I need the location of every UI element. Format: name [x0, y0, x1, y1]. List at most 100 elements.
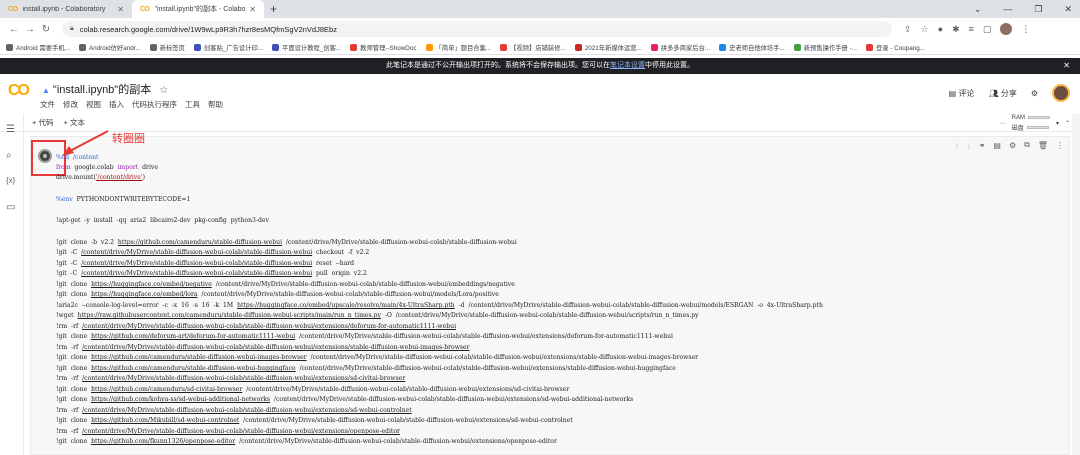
gear-icon[interactable]: ⚙ [1009, 141, 1016, 150]
menu-insert[interactable]: 插入 [109, 99, 124, 110]
code-line: !rm -rf /content/drive/MyDrive/stable-di… [56, 344, 470, 351]
maximize-icon[interactable]: ❐ [1034, 4, 1042, 15]
move-up-icon[interactable]: ↑ [955, 141, 959, 150]
search-icon[interactable]: ⌕ [6, 150, 12, 161]
code-line: !aria2c --console-log-level=error -c -x … [56, 302, 823, 309]
banner-tail: 中停用此设置。 [645, 62, 694, 69]
new-tab-button[interactable]: + [270, 0, 277, 18]
bookmark-item[interactable]: Android 需要手机... [6, 43, 70, 52]
bookmark-item[interactable]: 教师管理--ShowDoc [350, 43, 417, 52]
chevron-down-icon[interactable]: ⌄ [974, 4, 982, 15]
add-code-button[interactable]: + 代码 [32, 117, 53, 128]
more-icon[interactable]: ⋮ [1021, 24, 1030, 35]
header-actions: ▤ 评论 👥︎ 分享 ⚙ [949, 84, 1070, 102]
avatar[interactable] [1052, 84, 1070, 102]
variables-icon[interactable]: {x} [6, 176, 15, 185]
code-line: !git -C /content/drive/MyDrive/stable-di… [56, 249, 370, 256]
resource-indicator[interactable]: ⋯ RAM 磁盘 ▾ ⌃ [1000, 114, 1070, 132]
code-line: !git clone https://github.com/fkunn1326/… [56, 438, 557, 445]
menu-bar: 文件 修改 视图 插入 代码执行程序 工具 帮助 [40, 99, 223, 110]
bookmark-item[interactable]: 「简单」题目合集... [425, 43, 491, 52]
toc-icon[interactable]: ☰ [6, 124, 15, 135]
banner-text: 此笔记本是通过不公开输出项打开的。系统将不会保存输出项。您可以在 [386, 62, 610, 69]
menu-file[interactable]: 文件 [40, 99, 55, 110]
close-icon[interactable]: ✕ [249, 5, 256, 14]
extension-icon[interactable]: ● [938, 24, 943, 34]
notebook-settings-link[interactable]: 笔记本设置 [610, 62, 645, 69]
menu-runtime[interactable]: 代码执行程序 [132, 99, 177, 110]
close-icon[interactable]: ✕ [1063, 58, 1070, 74]
code-line: drive.mount('/content/drive') [56, 174, 145, 181]
close-window-icon[interactable]: ✕ [1064, 4, 1072, 15]
colab-tab-icon: CO [8, 5, 18, 13]
chevron-down-icon[interactable]: ▾ [1056, 120, 1059, 127]
notebook-toolbar: + 代码 + 文本 [0, 114, 1080, 132]
code-line: %env PYTHONDONTWRITEBYTECODE=1 [56, 196, 191, 203]
folder-icon[interactable]: ▭ [6, 202, 15, 213]
star-icon[interactable]: ☆ [921, 24, 929, 35]
drive-icon: ▲ [42, 86, 50, 95]
minimize-icon[interactable]: — [1003, 4, 1012, 14]
tab-title: install.ipynb - Colaboratory [22, 5, 106, 13]
menu-edit[interactable]: 修改 [63, 99, 78, 110]
colab-header: CO ▲ "install.ipynb"的副本 ☆ 文件 修改 视图 插入 代码执行… [0, 74, 1080, 114]
tab-install[interactable]: CO install.ipynb - Colaboratory ✕ [0, 0, 132, 18]
add-text-button[interactable]: + 文本 [63, 117, 84, 128]
menu-view[interactable]: 视图 [86, 99, 101, 110]
star-icon[interactable]: ☆ [159, 85, 168, 96]
comment-icon[interactable]: ▤ [993, 141, 1001, 150]
mirror-icon[interactable]: ⧉ [1024, 140, 1030, 150]
code-line: !git clone https://github.com/kohya-ss/s… [56, 396, 634, 403]
back-icon[interactable]: ← [6, 24, 22, 35]
code-line: !git clone https://github.com/camenduru/… [56, 354, 698, 361]
bookmark-item[interactable]: 拼多多商家后台... [650, 43, 710, 52]
notebook-title[interactable]: ▲ "install.ipynb"的副本 ☆ [42, 81, 168, 97]
comment-icon: ▤ [948, 88, 959, 98]
reload-icon[interactable]: ↻ [38, 24, 54, 35]
code-line: %cd /content [56, 154, 99, 161]
menu-help[interactable]: 帮助 [208, 99, 223, 110]
chevron-up-icon[interactable]: ⌃ [1065, 120, 1070, 127]
colab-logo[interactable]: CO [8, 82, 30, 100]
menu-tools[interactable]: 工具 [185, 99, 200, 110]
url-field[interactable]: 🔒︎ colab.research.google.com/drive/1W9wL… [62, 21, 892, 37]
tab-install-copy[interactable]: CO "install.ipynb"的副本 - Colabo ✕ [132, 0, 264, 18]
lock-icon: 🔒︎ [70, 25, 74, 32]
bookmark-item[interactable]: Android仿好andr... [78, 43, 141, 52]
bookmark-item[interactable]: 2021年新媒体运营... [574, 43, 642, 52]
code-line: !rm -rf /content/drive/MyDrive/stable-di… [56, 428, 400, 435]
menu-list-icon[interactable]: ≡ [969, 24, 974, 34]
bookmark-item[interactable]: 新标签页 [149, 43, 185, 52]
bookmark-item[interactable]: 登录 - Coupang... [865, 43, 925, 52]
link-icon[interactable]: ⚭ [979, 141, 986, 150]
code-line: !git clone https://github.com/camenduru/… [56, 386, 570, 393]
settings-icon[interactable]: ⚙ [1031, 89, 1038, 98]
bookmark-item[interactable]: 新预售操作手册 -... [793, 43, 857, 52]
code-line: !git clone https://github.com/Mikubill/s… [56, 417, 573, 424]
bookmark-item[interactable]: 【视频】店铺装修... [500, 43, 566, 52]
bookmark-item[interactable]: 史老师自他体培手... [719, 43, 785, 52]
delete-icon[interactable]: 🗑︎ [1038, 141, 1048, 150]
comment-button[interactable]: ▤ 评论 [949, 88, 975, 99]
code-line: !git clone -b v2.2 https://github.com/ca… [56, 239, 517, 246]
forward-icon[interactable]: → [22, 24, 38, 35]
profile-avatar[interactable] [1000, 23, 1013, 35]
url-text: colab.research.google.com/drive/1W9wLp9R… [79, 24, 337, 34]
tab-strip: CO install.ipynb - Colaboratory ✕ CO "in… [0, 0, 1080, 18]
bookmark-item[interactable]: 平面设计教程_创客... [272, 43, 341, 52]
move-down-icon[interactable]: ↓ [967, 141, 971, 150]
share-icon[interactable]: ⇪ [904, 24, 912, 35]
window-controls: ⌄ — ❐ ✕ [974, 0, 1072, 18]
code-editor[interactable]: %cd /content from google.colab import dr… [56, 154, 1070, 455]
more-icon[interactable]: ⋮ [1056, 141, 1064, 150]
share-button[interactable]: 👥︎ 分享 [988, 88, 1016, 99]
page-scrollbar[interactable] [1072, 114, 1080, 455]
annotation-label: 转圈圈 [112, 133, 145, 145]
puzzle-icon[interactable]: ✱ [952, 24, 960, 35]
sidebar-icon[interactable]: ▢ [983, 24, 992, 35]
left-sidebar: ☰ ⌕ {x} ▭ [0, 114, 24, 455]
bookmark-item[interactable]: 创客贴_广告设计印... [193, 43, 263, 52]
code-line: !apt-get -y install -qq aria2 libcairo2-… [56, 217, 269, 224]
code-line: !git clone https://github.com/deforum-ar… [56, 333, 673, 340]
close-icon[interactable]: ✕ [117, 5, 124, 14]
